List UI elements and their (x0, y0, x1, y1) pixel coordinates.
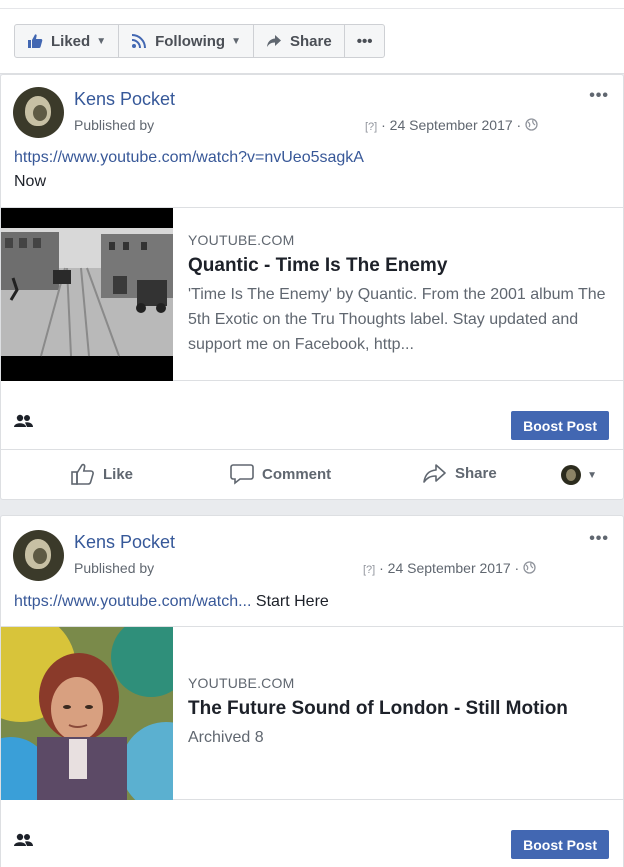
share-page-button[interactable]: Share (254, 25, 345, 57)
video-thumbnail[interactable] (1, 208, 173, 381)
people-icon (14, 833, 34, 852)
comment-button[interactable]: Comment (230, 463, 331, 485)
attachment-title[interactable]: Quantic - Time Is The Enemy (188, 255, 447, 277)
boost-post-button[interactable]: Boost Post (511, 830, 609, 859)
video-thumbnail[interactable] (1, 627, 173, 800)
page-name-link[interactable]: Kens Pocket (74, 89, 175, 110)
post-date[interactable]: · 24 September 2017 · (379, 560, 519, 576)
page-button-group: Liked ▼ Following ▼ Share ••• (14, 24, 386, 58)
following-button[interactable]: Following ▼ (119, 25, 254, 57)
post-actions-row: Like Comment Share ▼ (1, 451, 623, 501)
avatar (561, 465, 582, 485)
share-label: Share (455, 464, 497, 482)
post-stats-row: Boost Post (1, 396, 623, 450)
post-meta: [?] · 24 September 2017 · (363, 560, 536, 576)
like-label: Like (103, 465, 134, 483)
divider (0, 8, 624, 9)
page-avatar[interactable] (13, 530, 64, 581)
share-button[interactable]: Share (423, 463, 497, 483)
people-icon (14, 414, 34, 433)
share-arrow-icon (266, 34, 282, 48)
share-arrow-icon (423, 463, 447, 483)
link-attachment[interactable]: YOUTUBE.COM The Future Sound of London -… (1, 626, 623, 800)
post-options-button[interactable]: ••• (589, 530, 609, 548)
chevron-down-icon: ▼ (96, 35, 107, 47)
post-card: Kens Pocket Published by [?] · 24 Septem… (0, 515, 624, 867)
link-attachment[interactable]: YOUTUBE.COM Quantic - Time Is The Enemy … (1, 207, 623, 381)
page-avatar[interactable] (13, 87, 64, 138)
post-link[interactable]: https://www.youtube.com/watch?v=nvUeo5sa… (14, 149, 364, 167)
comment-label: Comment (262, 465, 332, 483)
like-button[interactable]: Like (71, 463, 133, 485)
comment-bubble-icon (230, 463, 254, 485)
more-options-button[interactable]: ••• (345, 25, 385, 57)
page-action-bar: Liked ▼ Following ▼ Share ••• (0, 0, 624, 74)
following-label: Following (155, 32, 226, 50)
liked-button[interactable]: Liked ▼ (15, 25, 120, 57)
post-message: Start Here (255, 593, 329, 610)
more-dots-icon: ••• (356, 32, 373, 50)
attachment-description: Archived 8 (188, 729, 264, 746)
help-marker[interactable]: [?] (363, 564, 375, 576)
attachment-title[interactable]: The Future Sound of London - Still Motio… (188, 698, 568, 720)
share-label: Share (289, 32, 332, 50)
post-date[interactable]: · 24 September 2017 · (381, 117, 521, 133)
liked-label: Liked (51, 32, 91, 50)
boost-post-button[interactable]: Boost Post (511, 411, 609, 440)
thumbs-up-icon (27, 33, 43, 49)
globe-icon (525, 118, 538, 131)
chevron-down-icon: ▼ (231, 35, 241, 47)
post-text: https://www.youtube.com/watch... Start H… (14, 593, 329, 611)
globe-icon (523, 561, 536, 574)
attachment-source: YOUTUBE.COM (188, 232, 295, 248)
published-by-text: Published by (74, 117, 155, 133)
post-message: Now (14, 173, 47, 190)
thumbs-up-icon (71, 463, 95, 485)
post-stats-row: Boost Post (1, 815, 623, 867)
rss-icon (131, 33, 147, 49)
chevron-down-icon: ▼ (587, 469, 597, 481)
published-by-text: Published by (74, 560, 155, 576)
post-card: Kens Pocket Published by [?] · 24 Septem… (0, 74, 624, 500)
attachment-source: YOUTUBE.COM (188, 675, 295, 691)
page-name-link[interactable]: Kens Pocket (74, 532, 175, 553)
help-marker[interactable]: [?] (365, 121, 377, 133)
attachment-description: 'Time Is The Enemy' by Quantic. From the… (188, 286, 606, 353)
post-options-button[interactable]: ••• (589, 87, 609, 105)
audience-selector[interactable]: ▼ (561, 465, 597, 485)
post-meta: [?] · 24 September 2017 · (365, 117, 538, 133)
post-link[interactable]: https://www.youtube.com/watch... (14, 593, 251, 610)
